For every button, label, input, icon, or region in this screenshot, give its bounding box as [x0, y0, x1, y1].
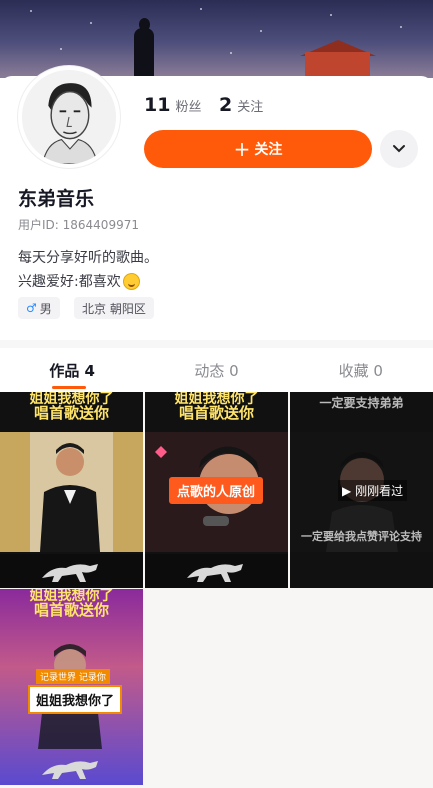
play-icon: ▶: [342, 484, 352, 498]
following-count: 2: [219, 94, 233, 116]
chevron-down-icon: [393, 145, 405, 153]
gender-tag: ♂ 男: [18, 297, 60, 319]
recently-watched-badge: ▶ 刚刚看过: [338, 480, 408, 501]
video-bottom-text: 一定要给我点赞评论支持: [301, 530, 422, 543]
location-tag-label: 北京 朝阳区: [82, 301, 146, 316]
video-thumbnail[interactable]: 姐姐我想你了 唱首歌送你 点歌的人原创: [145, 392, 288, 588]
horse-logo-icon: [42, 564, 98, 582]
video-overlay-label: 姐姐我想你了: [28, 685, 123, 714]
video-caption-top: 一定要支持弟弟: [319, 396, 404, 410]
followers-stat[interactable]: 11 粉丝: [144, 94, 201, 116]
smile-emoji-icon: [122, 272, 140, 290]
horse-logo-icon: [187, 564, 243, 582]
video-badge: 记录世界 记录你: [36, 669, 110, 684]
tab-dynamics[interactable]: 动态 0: [144, 348, 288, 392]
bio-line-1: 每天分享好听的歌曲。: [18, 250, 158, 266]
more-button[interactable]: [380, 130, 418, 168]
banner-house: [305, 52, 370, 78]
video-overlay-label: 点歌的人原创: [169, 477, 264, 504]
avatar[interactable]: [18, 66, 120, 168]
tab-favorites[interactable]: 收藏 0: [289, 348, 433, 392]
video-thumbnail[interactable]: 姐姐我想你了 唱首歌送你 记录世界 记录你 姐姐我想你了: [0, 589, 143, 785]
bio-line-2: 兴趣爱好:都喜欢: [18, 271, 140, 291]
profile-name: 东弟音乐: [18, 188, 95, 210]
video-caption-main: 唱首歌送你: [33, 404, 109, 422]
video-caption-main: 唱首歌送你: [33, 601, 109, 619]
male-icon: ♂: [26, 301, 37, 315]
plus-icon: +: [233, 137, 251, 161]
user-id[interactable]: 用户ID: 1864409971: [18, 216, 139, 233]
followers-count: 11: [144, 94, 171, 116]
video-caption-main: 唱首歌送你: [178, 404, 254, 422]
location-tag: 北京 朝阳区: [74, 297, 154, 319]
recently-watched-label: 刚刚看过: [355, 484, 404, 498]
following-label: 关注: [237, 100, 264, 115]
following-stat[interactable]: 2 关注: [219, 94, 263, 116]
tab-works[interactable]: 作品 4: [0, 348, 144, 392]
gender-tag-label: 男: [39, 301, 52, 316]
bio-line-2-text: 兴趣爱好:都喜欢: [18, 274, 121, 290]
profile-tabs: 作品 4 动态 0 收藏 0: [0, 348, 433, 392]
video-thumbnail[interactable]: 姐姐我想你了 唱首歌送你: [0, 392, 143, 588]
horse-logo-icon: [42, 761, 98, 779]
video-thumbnail[interactable]: 一定要支持弟弟 ▶ 刚刚看过 一定要给我点赞评论支持: [290, 392, 433, 588]
followers-label: 粉丝: [175, 100, 202, 115]
follow-button[interactable]: + 关注: [144, 130, 372, 168]
video-photo: [0, 432, 143, 552]
section-divider: [0, 340, 433, 348]
follow-button-label: 关注: [254, 142, 283, 158]
